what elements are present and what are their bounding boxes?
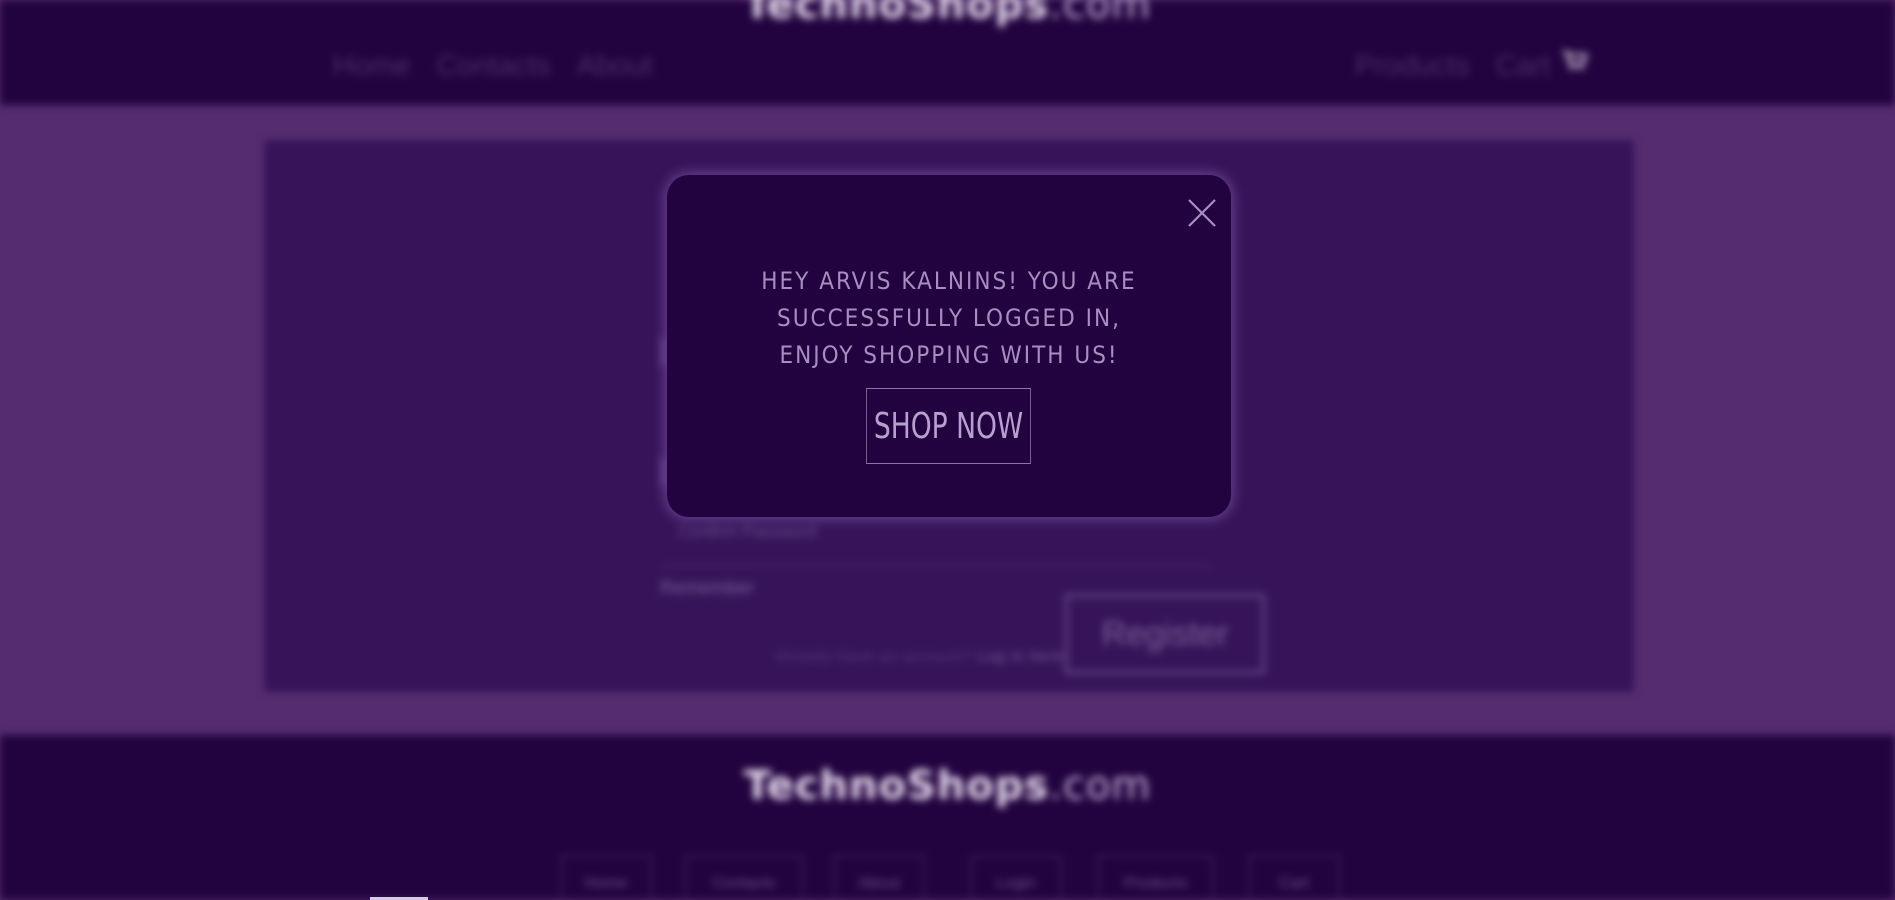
footer-link-login[interactable]: Login [970,855,1062,900]
footer-logo-domain: .com [1049,763,1152,809]
footer-link-cart[interactable]: Cart [1248,855,1340,900]
shop-now-button[interactable]: SHOP NOW [866,388,1031,464]
remember-label: Remember [660,578,754,599]
footer-links: Home Contacts About Login Products Cart [0,855,1895,900]
form-accent [660,458,666,486]
footer-link-about[interactable]: About [833,855,925,900]
nav-link-home[interactable]: Home [333,50,410,83]
site-footer: TechnoShops.com Home Contacts About Logi… [0,735,1895,900]
page: TechnoShops.com Home Contacts About Prod… [0,0,1895,900]
form-underline [662,565,1212,567]
cart-icon[interactable] [1562,50,1588,72]
login-success-message: Hey Arvis Kalnins! You are successfully … [761,267,1137,369]
login-success-modal: Hey Arvis Kalnins! You are successfully … [667,175,1231,517]
login-link[interactable]: Log in here [978,648,1064,665]
register-button[interactable]: Register [1065,594,1265,674]
nav-left: Home Contacts About [333,50,653,83]
footer-logo[interactable]: TechnoShops.com [0,763,1895,809]
footer-link-products[interactable]: Products [1097,855,1214,900]
logo-brand: TechnoShops [743,0,1050,28]
form-accent [660,338,666,366]
login-prompt-text: Already have an account? [775,648,973,665]
login-prompt: Already have an account? Log in here [775,648,1064,665]
nav-link-cart[interactable]: Cart [1495,50,1550,83]
footer-link-contacts[interactable]: Contacts [685,855,803,900]
nav-right: Products Cart [1355,50,1588,83]
footer-link-home[interactable]: Home [560,855,652,900]
logo-domain: .com [1049,0,1152,28]
nav-link-products[interactable]: Products [1355,50,1469,83]
footer-logo-brand: TechnoShops [743,763,1050,809]
nav-link-about[interactable]: About [577,50,653,83]
site-logo[interactable]: TechnoShops.com [0,0,1895,28]
confirm-password-field[interactable]: Confirm Password [678,522,817,542]
close-icon[interactable] [1186,197,1218,229]
nav-link-contacts[interactable]: Contacts [436,50,550,83]
site-header: TechnoShops.com Home Contacts About Prod… [0,0,1895,105]
